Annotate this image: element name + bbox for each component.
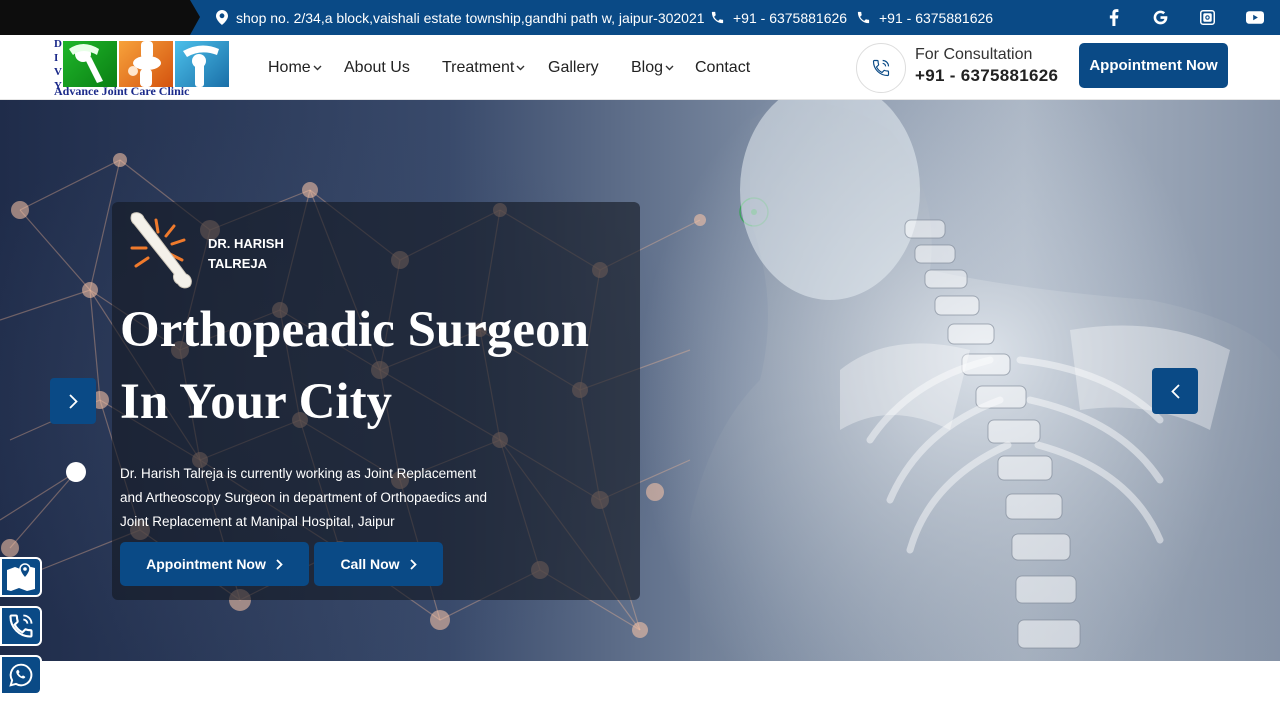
nav-contact[interactable]: Contact [695,35,750,100]
address-text: shop no. 2/34,a block,vaishali estate to… [236,9,705,26]
phone-item-1[interactable]: +91 - 6375881626 [710,0,847,35]
logo-tiles [63,41,229,87]
phone-call-icon [872,59,890,77]
phone-item-2[interactable]: +91 - 6375881626 [856,0,993,35]
nav-label: Treatment [442,58,515,76]
phone-text-1: +91 - 6375881626 [733,9,848,26]
consult-label: For Consultation [915,46,1033,63]
chevron-right-icon [68,393,78,409]
google-link[interactable] [1148,0,1172,35]
nav-about-us[interactable]: About Us [344,35,410,100]
nav-home[interactable]: Home [268,35,322,100]
site-header: D I V Y Advance Joint Care Clinic Home A… [0,35,1280,100]
top-bar-accent [0,0,200,35]
nav-treatment[interactable]: Treatment [442,35,525,100]
logo-text: Advance Joint Care Clinic [54,84,190,98]
nav-label: Blog [631,58,664,76]
nav-gallery[interactable]: Gallery [548,35,599,100]
chevron-down-icon [313,65,322,70]
hero-slider: DR. HARISH TALREJA Orthopeadic Surgeon I… [0,100,1280,661]
floating-whatsapp-button[interactable] [0,655,42,695]
instagram-link[interactable] [1195,0,1219,35]
hip-joint-icon [63,41,117,87]
chevron-down-icon [516,65,525,70]
hero-call-label: Call Now [340,556,400,572]
bone-icon [130,212,192,289]
doctor-name-line1: DR. HARISH [208,236,284,251]
hero-appointment-button[interactable]: Appointment Now [120,542,309,586]
chevron-right-icon [409,558,417,570]
phone-text-2: +91 - 6375881626 [879,9,994,26]
slider-prev-button[interactable] [1152,368,1198,414]
phone-icon [711,11,724,24]
chevron-down-icon [665,65,674,70]
address-item: shop no. 2/34,a block,vaishali estate to… [216,0,705,35]
nav-blog[interactable]: Blog [631,35,674,100]
hero-title-line2: In Your City [120,374,393,430]
nav-label: Contact [695,58,751,76]
shoulder-joint-icon [175,41,229,87]
chevron-left-icon [1170,383,1180,399]
facebook-link[interactable] [1102,0,1126,35]
header-appointment-button[interactable]: Appointment Now [1079,43,1228,88]
site-logo[interactable]: D I V Y Advance Joint Care Clinic [54,37,232,99]
phone-icon [857,11,870,24]
floating-call-button[interactable] [0,606,42,646]
consult-phone[interactable]: +91 - 6375881626 [915,66,1058,86]
nav-label: About Us [344,58,410,76]
slider-next-button[interactable] [50,378,96,424]
knee-joint-icon [119,41,173,87]
doctor-name-line2: TALREJA [208,256,267,271]
hero-content-card: DR. HARISH TALREJA Orthopeadic Surgeon I… [112,202,640,600]
hero-call-button[interactable]: Call Now [314,542,443,586]
location-pin-icon [216,10,228,25]
youtube-link[interactable] [1243,0,1267,35]
consult-call-button[interactable] [856,43,906,93]
top-bar: shop no. 2/34,a block,vaishali estate to… [0,0,1280,35]
hero-title: Orthopeadic Surgeon In Your City [120,294,640,438]
facebook-icon [1109,9,1119,26]
nav-label: Gallery [548,58,599,76]
doctor-name: DR. HARISH TALREJA [208,234,298,274]
hero-description: Dr. Harish Talreja is currently working … [120,466,487,529]
map-icon [7,563,35,591]
google-icon [1153,10,1167,25]
chevron-right-icon [276,558,283,570]
phone-call-icon [9,614,33,638]
youtube-icon [1246,11,1264,24]
instagram-icon [1199,10,1215,25]
whatsapp-icon [9,663,33,687]
hero-title-line1: Orthopeadic Surgeon [120,302,589,358]
floating-map-button[interactable] [0,557,42,597]
hero-appointment-label: Appointment Now [146,556,266,572]
nav-label: Home [268,58,311,76]
